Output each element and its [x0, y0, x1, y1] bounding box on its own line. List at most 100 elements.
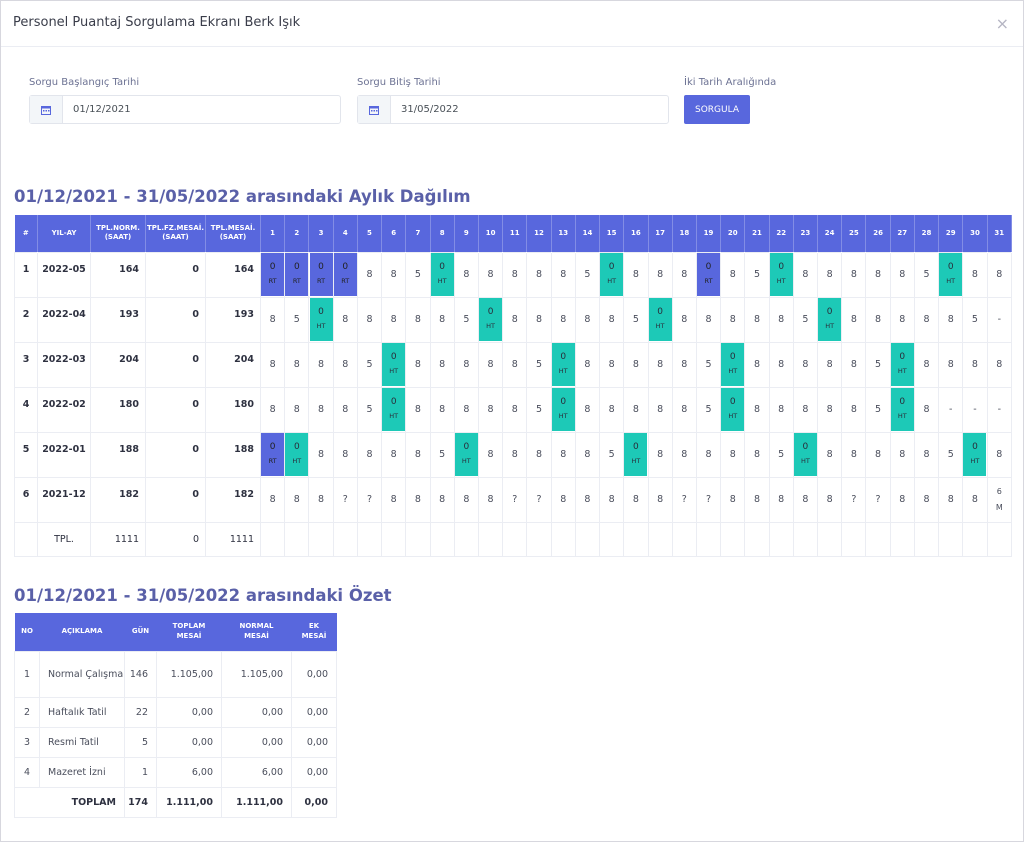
day-cell[interactable]: 8 — [744, 476, 770, 523]
day-cell[interactable]: ? — [841, 476, 867, 523]
day-cell[interactable]: 5 — [526, 341, 552, 388]
day-cell[interactable]: 8 — [381, 431, 407, 478]
day-cell[interactable]: 8 — [381, 476, 407, 523]
day-cell[interactable]: 8 — [695, 431, 722, 478]
day-cell[interactable]: 8 — [550, 251, 576, 298]
weekly-holiday-cell[interactable]: 0 HT — [890, 388, 914, 431]
day-cell[interactable]: 5 — [284, 296, 310, 343]
day-cell[interactable]: 0 RT — [259, 431, 286, 478]
day-cell[interactable]: 8 — [308, 386, 334, 433]
day-cell[interactable]: 8 — [720, 431, 746, 478]
day-cell[interactable]: 8 — [599, 386, 625, 433]
day-cell[interactable]: 8 — [671, 431, 697, 478]
day-cell[interactable]: ? — [526, 476, 552, 523]
day-cell[interactable]: 8 — [889, 476, 915, 523]
day-cell[interactable]: 8 — [405, 296, 431, 343]
day-cell[interactable]: 8 — [308, 476, 334, 523]
weekly-holiday-cell[interactable]: 0 HT — [551, 343, 575, 386]
table-row[interactable]: 3 2022-03 204 0 204 8 8 8 8 5 0 HT 8 8 8 8 8 5 0 HT 8 8 8 8 8 5 0 H… — [14, 341, 1013, 388]
day-cell[interactable]: 8 — [356, 431, 383, 478]
day-cell[interactable]: 5 — [695, 341, 722, 388]
weekly-holiday-cell[interactable]: 0 HT — [890, 343, 914, 386]
day-cell[interactable]: 8 — [744, 386, 770, 433]
day-cell[interactable]: 8 — [671, 386, 697, 433]
day-cell[interactable]: 0 HT — [453, 431, 479, 478]
day-cell[interactable]: 0 HT — [720, 386, 746, 433]
day-cell[interactable]: 8 — [429, 476, 455, 523]
day-cell[interactable]: 8 — [477, 341, 504, 388]
day-cell[interactable]: 0 HT — [720, 341, 746, 388]
table-row[interactable]: 1 2022-05 164 0 164 0 RT 0 RT 0 RT 0 RT 8 8 5 0 HT 8 8 8 8 8 5 0… — [14, 251, 1013, 298]
day-cell[interactable]: 8 — [381, 296, 407, 343]
official-holiday-cell[interactable]: 0 RT — [333, 253, 357, 296]
day-cell[interactable]: 8 — [259, 386, 286, 433]
day-cell[interactable]: 8 — [841, 251, 867, 298]
day-cell[interactable]: 8 — [744, 431, 770, 478]
day-cell[interactable]: 8 — [332, 341, 358, 388]
day-cell[interactable]: 0 HT — [889, 386, 915, 433]
day-cell[interactable]: 8 — [986, 431, 1013, 478]
day-cell[interactable]: 8 — [332, 431, 358, 478]
day-cell[interactable]: 8 — [889, 251, 915, 298]
day-cell[interactable]: 5 — [865, 386, 891, 433]
weekly-holiday-cell[interactable]: 0 HT — [382, 388, 406, 431]
day-cell[interactable]: 8 — [453, 341, 479, 388]
weekly-holiday-cell[interactable]: 0 HT — [600, 253, 624, 296]
day-cell[interactable]: 8 — [817, 251, 843, 298]
day-cell[interactable]: 5 — [429, 431, 455, 478]
day-cell[interactable]: 8 — [744, 341, 770, 388]
weekly-holiday-cell[interactable]: 0 HT — [382, 343, 406, 386]
day-cell[interactable]: 8 — [841, 431, 867, 478]
day-cell[interactable]: - — [986, 296, 1013, 343]
day-cell[interactable]: 8 — [599, 476, 625, 523]
official-holiday-cell[interactable]: 0 RT — [285, 253, 309, 296]
official-holiday-cell[interactable]: 0 RT — [697, 253, 721, 296]
weekly-holiday-cell[interactable]: 0 HT — [963, 433, 987, 476]
day-cell[interactable]: 0 RT — [695, 251, 722, 298]
list-item[interactable]: 4 Mazeret İzni 1 6,00 6,00 0,00 — [14, 756, 337, 788]
day-cell[interactable]: 8 — [502, 251, 528, 298]
day-cell[interactable]: 5 — [962, 296, 988, 343]
official-holiday-cell[interactable]: 0 RT — [261, 433, 285, 476]
weekly-holiday-cell[interactable]: 0 HT — [648, 298, 672, 341]
day-cell[interactable]: 8 — [792, 251, 819, 298]
day-cell[interactable]: 8 — [817, 476, 843, 523]
day-cell[interactable]: 0 HT — [599, 251, 625, 298]
list-item[interactable]: 2 Haftalık Tatil 22 0,00 0,00 0,00 — [14, 696, 337, 728]
day-cell[interactable]: - — [962, 386, 988, 433]
day-cell[interactable]: 0 HT — [429, 251, 455, 298]
day-cell[interactable]: 5 — [623, 296, 649, 343]
day-cell[interactable]: 8 — [332, 296, 358, 343]
day-cell[interactable]: 8 — [913, 431, 940, 478]
day-cell[interactable]: 8 — [913, 386, 940, 433]
day-cell[interactable]: 5 — [938, 431, 964, 478]
day-cell[interactable]: 5 — [792, 296, 819, 343]
day-cell[interactable]: 8 — [720, 296, 746, 343]
day-cell[interactable]: 8 — [574, 296, 601, 343]
day-cell[interactable]: 8 — [623, 476, 649, 523]
weekly-holiday-cell[interactable]: 0 HT — [793, 433, 817, 476]
day-cell[interactable]: 6 M — [986, 476, 1013, 523]
day-cell[interactable]: 8 — [768, 476, 794, 523]
day-cell[interactable]: 8 — [647, 386, 673, 433]
day-cell[interactable]: 8 — [768, 386, 794, 433]
day-cell[interactable]: 5 — [405, 251, 431, 298]
day-cell[interactable]: 8 — [865, 251, 891, 298]
day-cell[interactable]: 8 — [671, 296, 697, 343]
day-cell[interactable]: 8 — [865, 431, 891, 478]
day-cell[interactable]: 8 — [817, 386, 843, 433]
end-date-value[interactable]: 31/05/2022 — [391, 96, 459, 123]
table-row[interactable]: 4 2022-02 180 0 180 8 8 8 8 5 0 HT 8 8 8 8 8 5 0 HT 8 8 8 8 8 5 0 H… — [14, 386, 1013, 433]
start-date-value[interactable]: 01/12/2021 — [63, 96, 131, 123]
day-cell[interactable]: 8 — [792, 476, 819, 523]
table-row[interactable]: 6 2021-12 182 0 182 8 8 8?? 8 8 8 8 8?? 8 8 8 8 8?? 8 8 8 8 8?… — [14, 476, 1013, 523]
day-cell[interactable]: 8 — [720, 476, 746, 523]
day-cell[interactable]: 5 — [865, 341, 891, 388]
day-cell[interactable]: 8 — [647, 341, 673, 388]
day-cell[interactable]: 0 RT — [332, 251, 358, 298]
day-cell[interactable]: 0 RT — [259, 251, 286, 298]
day-cell[interactable]: - — [986, 386, 1013, 433]
day-cell[interactable]: 8 — [792, 386, 819, 433]
weekly-holiday-cell[interactable]: 0 HT — [454, 433, 478, 476]
day-cell[interactable]: 0 RT — [308, 251, 334, 298]
